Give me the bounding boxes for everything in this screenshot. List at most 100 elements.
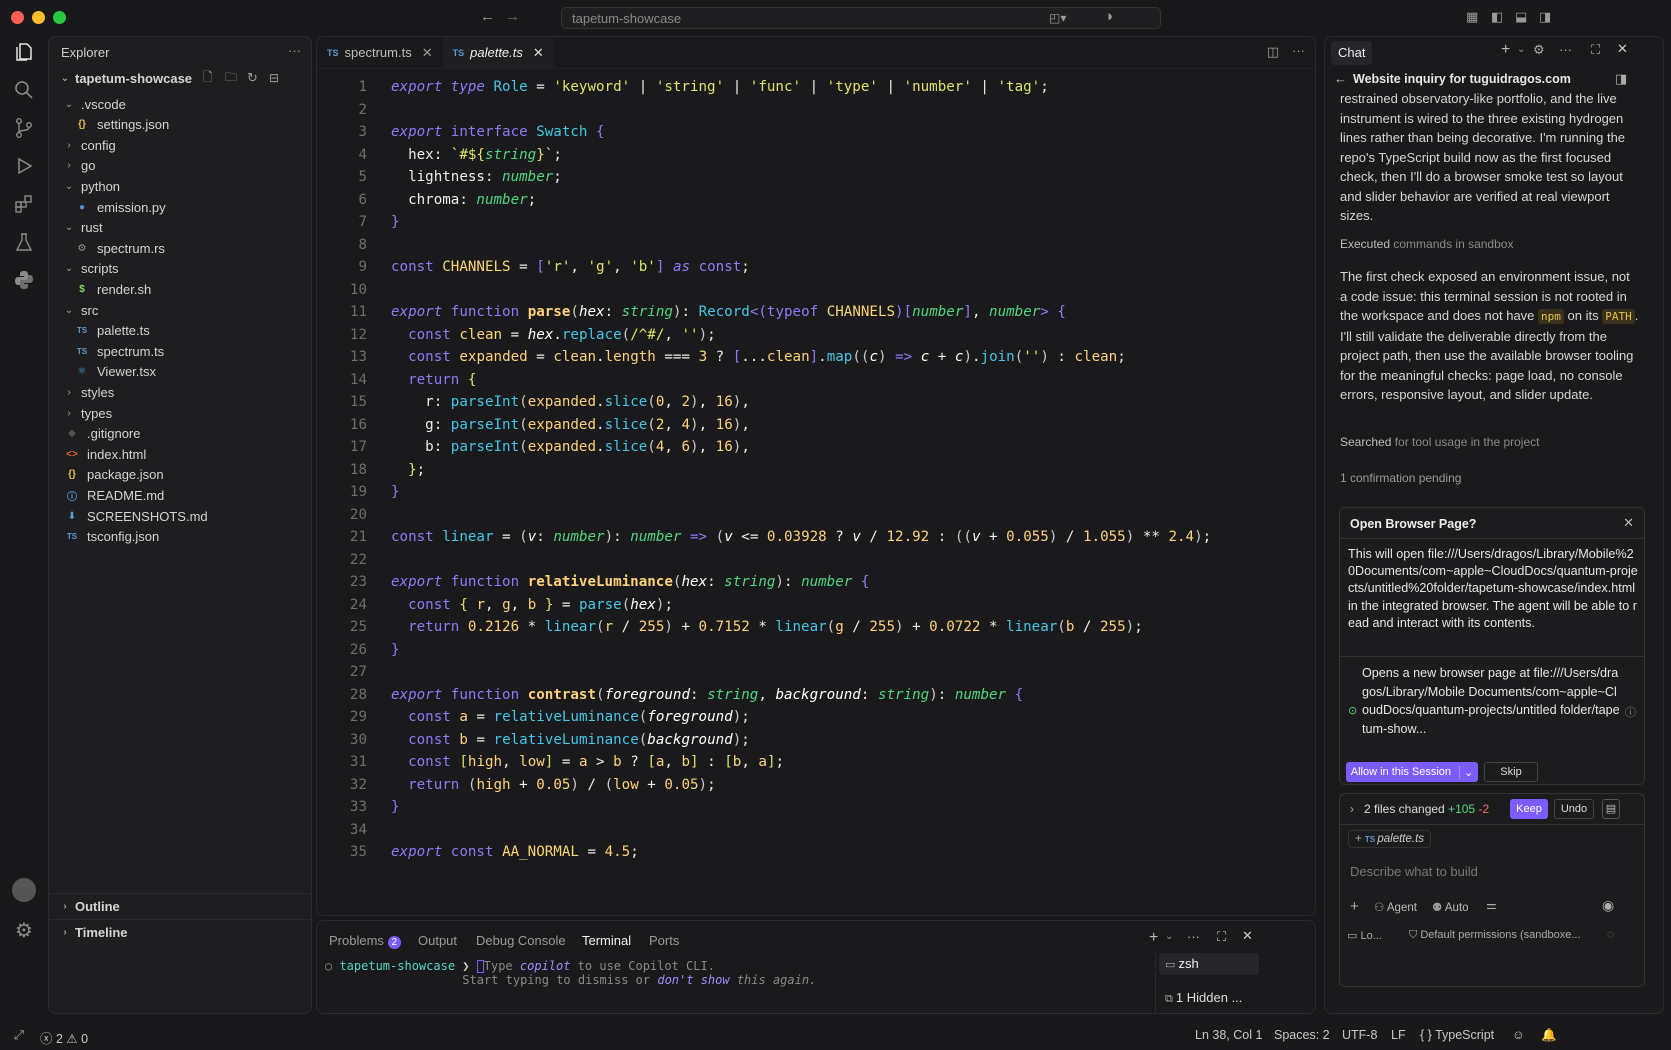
code-line[interactable]: 16 g: parseInt(expanded.slice(2, 4), 16)… xyxy=(317,413,1315,437)
file-item[interactable]: <> index.html xyxy=(49,443,311,465)
searched-note[interactable]: Searched for tool usage in the project xyxy=(1340,433,1640,453)
source-control-icon[interactable] xyxy=(10,114,38,142)
sidebar-toggle-icon[interactable]: ◨ xyxy=(1615,71,1627,87)
undo-button[interactable]: Undo xyxy=(1554,799,1594,819)
minimize-window-button[interactable] xyxy=(32,11,45,24)
toggle-secondary-sidebar-icon[interactable]: ◨ xyxy=(1539,8,1551,26)
tab-output[interactable]: Output xyxy=(418,933,457,948)
folder-item[interactable]: ⌄ scripts xyxy=(49,258,311,280)
split-editor-icon[interactable]: ◫ xyxy=(1267,44,1279,60)
file-item[interactable]: ⓘ README.md xyxy=(49,484,311,506)
toggle-primary-sidebar-icon[interactable]: ◧ xyxy=(1491,8,1503,26)
code-line[interactable]: 24 const { r, g, b } = parse(hex); xyxy=(317,593,1315,617)
code-line[interactable]: 20 xyxy=(317,503,1315,527)
code-line[interactable]: 15 r: parseInt(expanded.slice(0, 2), 16)… xyxy=(317,390,1315,414)
keep-button[interactable]: Keep xyxy=(1510,799,1548,819)
code-line[interactable]: 10 xyxy=(317,278,1315,302)
timeline-section[interactable]: › Timeline xyxy=(49,921,311,943)
close-tab-icon[interactable]: ✕ xyxy=(422,45,433,61)
folder-item[interactable]: ⌄ rust xyxy=(49,217,311,239)
folder-item[interactable]: ⌄ python xyxy=(49,175,311,197)
folder-item[interactable]: ⌄ .vscode xyxy=(49,93,311,115)
code-line[interactable]: 2 xyxy=(317,98,1315,122)
attached-file-chip[interactable]: + TS palette.ts xyxy=(1348,830,1432,848)
file-item[interactable]: TS palette.ts xyxy=(49,320,311,342)
folder-item[interactable]: › styles xyxy=(49,381,311,403)
maximize-panel-icon[interactable]: ⛶ xyxy=(1217,929,1226,945)
folder-item[interactable]: › config xyxy=(49,134,311,156)
code-line[interactable]: 17 b: parseInt(expanded.slice(4, 6), 16)… xyxy=(317,435,1315,459)
search-icon[interactable] xyxy=(10,76,38,104)
refresh-icon[interactable]: ↻ xyxy=(247,70,258,86)
extensions-icon[interactable] xyxy=(10,190,38,218)
close-dialog-icon[interactable]: ✕ xyxy=(1623,515,1634,531)
accounts-icon[interactable]: ◑ xyxy=(1104,8,1113,26)
allow-session-button[interactable]: Allow in this Session ⌄ xyxy=(1346,762,1478,782)
python-icon[interactable] xyxy=(10,266,38,294)
location-picker[interactable]: ▭ Lo... xyxy=(1347,929,1382,942)
code-line[interactable]: 32 return (high + 0.05) / (low + 0.05); xyxy=(317,773,1315,797)
tab-palette-ts[interactable]: TS palette.ts ✕ xyxy=(442,37,554,69)
code-line[interactable]: 31 const [high, low] = a > b ? [a, b] : … xyxy=(317,750,1315,774)
add-context-icon[interactable]: + xyxy=(1350,898,1359,915)
file-item[interactable]: TS tsconfig.json xyxy=(49,526,311,548)
explorer-more-icon[interactable]: ··· xyxy=(288,43,301,58)
code-line[interactable]: 26} xyxy=(317,638,1315,662)
avatar[interactable] xyxy=(12,878,36,902)
tools-config-icon[interactable]: ⚌ xyxy=(1486,898,1497,912)
file-item[interactable]: ◆ .gitignore xyxy=(49,423,311,445)
code-line[interactable]: 11 export function parse(hex: string): Re… xyxy=(317,300,1315,324)
code-line[interactable]: 33} xyxy=(317,795,1315,819)
maximize-chat-icon[interactable]: ⛶ xyxy=(1591,42,1600,58)
code-line[interactable]: 29 const a = relativeLuminance(foregroun… xyxy=(317,705,1315,729)
editor-more-icon[interactable]: ··· xyxy=(1292,43,1305,58)
copilot-status-icon[interactable]: ☺ xyxy=(1512,1028,1525,1042)
line-ending[interactable]: LF xyxy=(1391,1028,1406,1042)
file-item[interactable]: ⬇ SCREENSHOTS.md xyxy=(49,505,311,527)
code-line[interactable]: 18 }; xyxy=(317,458,1315,482)
collapse-all-icon[interactable]: ⊟ xyxy=(269,71,279,85)
hidden-terminals[interactable]: ⧉ 1 Hidden ... xyxy=(1159,987,1259,1009)
view-changes-icon[interactable]: ▤ xyxy=(1602,799,1620,819)
copilot-chat-icon[interactable]: ◰▾ xyxy=(1049,9,1066,27)
file-item[interactable]: $ render.sh xyxy=(49,278,311,300)
code-line[interactable]: 8 xyxy=(317,233,1315,257)
folder-item[interactable]: › go xyxy=(49,155,311,177)
chevron-down-icon[interactable]: ⌄ xyxy=(1517,44,1525,55)
code-line[interactable]: 25 return 0.2126 * linear(r / 255) + 0.7… xyxy=(317,615,1315,639)
outline-section[interactable]: › Outline xyxy=(49,895,311,917)
code-line[interactable]: 4 hex: `#${string}`; xyxy=(317,143,1315,167)
testing-icon[interactable] xyxy=(10,228,38,256)
info-icon[interactable]: ⓘ xyxy=(1625,704,1636,720)
chevron-right-icon[interactable]: › xyxy=(1350,802,1354,816)
code-line[interactable]: 19} xyxy=(317,480,1315,504)
tab-terminal[interactable]: Terminal xyxy=(582,933,631,948)
workspace-root[interactable]: ⌄ tapetum-showcase 🗋 🗀 ↻ ⊟ xyxy=(49,67,311,89)
close-tab-icon[interactable]: ✕ xyxy=(533,45,544,61)
encoding[interactable]: UTF-8 xyxy=(1342,1028,1377,1042)
folder-item[interactable]: ⌄ src xyxy=(49,299,311,321)
code-line[interactable]: 1 export type Role = 'keyword' | 'string'… xyxy=(317,75,1315,99)
terminal-output[interactable]: ○ tapetum-showcase ❯ Type copilot to use… xyxy=(325,959,816,987)
send-stop-icon[interactable]: ◉ xyxy=(1602,897,1614,914)
code-line[interactable]: 13 const expanded = clean.length === 3 ?… xyxy=(317,345,1315,369)
file-item[interactable]: {} package.json xyxy=(49,464,311,486)
file-item[interactable]: TS spectrum.ts xyxy=(49,340,311,362)
notifications-bell-icon[interactable]: 🔔 xyxy=(1541,1028,1557,1043)
chat-input[interactable]: Describe what to build xyxy=(1350,864,1478,879)
file-item[interactable]: ● emission.py xyxy=(49,196,311,218)
terminal-instance-zsh[interactable]: ▭ zsh xyxy=(1159,953,1259,975)
language-mode[interactable]: { } TypeScript xyxy=(1420,1028,1494,1042)
close-window-button[interactable] xyxy=(11,11,24,24)
code-line[interactable]: 14 return { xyxy=(317,368,1315,392)
chat-settings-gear-icon[interactable]: ⚙ xyxy=(1533,42,1545,58)
command-center-search[interactable]: tapetum-showcase xyxy=(561,7,1161,29)
code-line[interactable]: 23 export function relativeLuminance(hex:… xyxy=(317,570,1315,594)
code-line[interactable]: 28 export function contrast(foreground: s… xyxy=(317,683,1315,707)
code-line[interactable]: 21 const linear = (v: number): number => … xyxy=(317,525,1315,549)
settings-gear-icon[interactable]: ⚙ xyxy=(10,916,38,944)
panel-more-icon[interactable]: ··· xyxy=(1187,929,1200,944)
files-changed-summary[interactable]: 2 files changed +105 -2 xyxy=(1364,802,1489,816)
code-line[interactable]: 30 const b = relativeLuminance(backgroun… xyxy=(317,728,1315,752)
executed-note[interactable]: Executed commands in sandbox xyxy=(1340,235,1640,255)
